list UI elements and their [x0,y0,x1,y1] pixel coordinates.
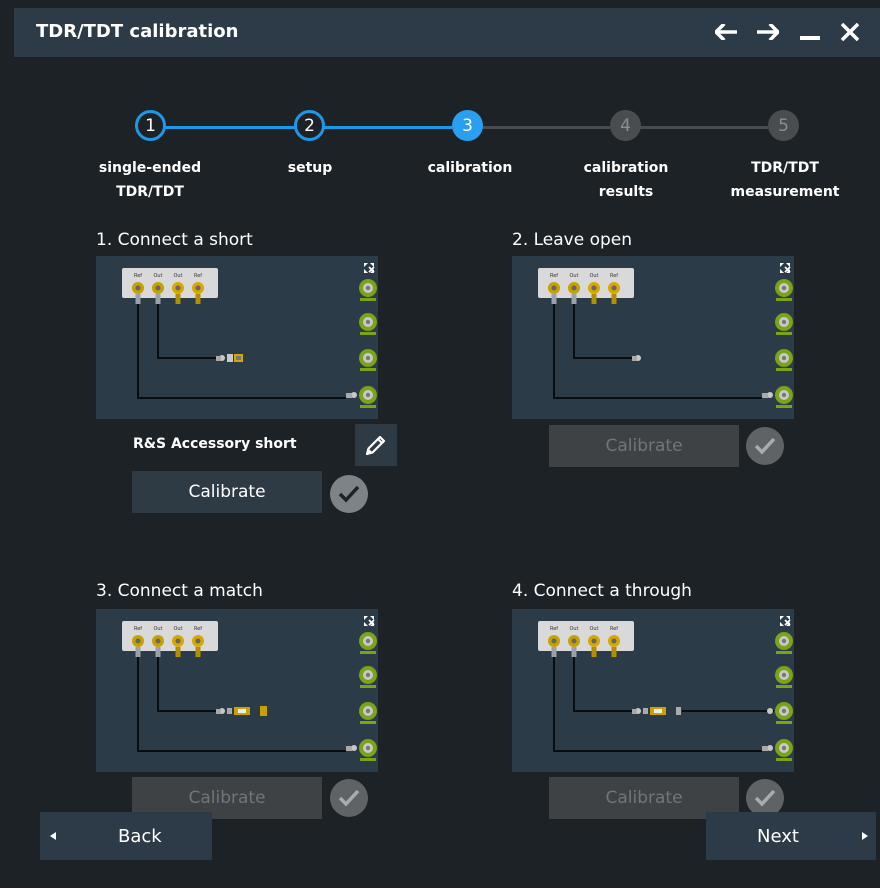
connection-diagram-svg: Ref Out Out Ref [122,263,377,408]
open-connection-diagram: Ref Out Out Ref [512,256,794,419]
svg-text:Out: Out [569,273,578,279]
svg-text:Out: Out [173,626,182,632]
section-2-title: 2. Leave open [512,230,633,250]
svg-text:Out: Out [589,626,598,632]
connection-diagram-svg: Ref Out Out Ref [538,616,793,761]
svg-text:Ref: Ref [610,273,618,279]
step-2-circle[interactable]: 2 [294,110,325,141]
triangle-left-icon [50,832,56,840]
svg-text:Out: Out [173,273,182,279]
step-4-circle: 4 [610,110,641,141]
section-4-title: 4. Connect a through [512,581,692,601]
next-button[interactable]: Next [706,812,876,860]
step-3-circle[interactable]: 3 [452,110,483,141]
back-button[interactable]: Back [40,812,212,860]
step-1-label[interactable]: single-ended TDR/TDT [80,156,220,204]
step-4-label: calibration results [583,160,669,200]
section-1-title: 1. Connect a short [96,230,253,250]
svg-text:Ref: Ref [194,273,202,279]
progress-line [324,126,452,129]
calibrate-short-button[interactable]: Calibrate [132,471,322,513]
triangle-right-icon [862,832,868,840]
progress-line [482,126,610,129]
checkmark-icon [746,427,784,465]
match-connection-diagram: Ref Out Out Ref [96,609,378,772]
short-connection-diagram: Ref Out Out Ref [96,256,378,419]
checkmark-icon [330,779,368,817]
connection-diagram-svg: Ref Out Out Ref [122,616,377,761]
back-arrow-icon[interactable] [710,16,742,48]
calibration-device-label: R&S Accessory short [133,436,297,452]
edit-device-button[interactable] [355,424,397,466]
section-3-title: 3. Connect a match [96,581,263,601]
window-title: TDR/TDT calibration [36,21,239,42]
svg-text:Ref: Ref [194,626,202,632]
svg-text:Ref: Ref [134,273,142,279]
step-1-circle[interactable]: 1 [135,110,166,141]
minimize-icon[interactable] [794,16,826,48]
step-5-circle: 5 [768,110,799,141]
svg-text:Ref: Ref [550,626,558,632]
title-bar: TDR/TDT calibration [14,8,880,57]
progress-line [164,126,296,129]
svg-text:Ref: Ref [550,273,558,279]
through-connection-diagram: Ref Out Out Ref [512,609,794,772]
step-2-label[interactable]: setup [250,156,370,180]
tdr-calibration-dialog: TDR/TDT calibration 1 2 3 4 5 single-end… [0,0,880,888]
svg-text:Out: Out [153,626,162,632]
svg-text:Out: Out [589,273,598,279]
progress-line [640,126,768,129]
back-button-label: Back [118,825,162,847]
next-button-label: Next [757,825,799,847]
svg-text:Out: Out [153,273,162,279]
close-icon[interactable] [834,16,866,48]
svg-text:Ref: Ref [610,626,618,632]
svg-text:Ref: Ref [134,626,142,632]
svg-text:Out: Out [569,626,578,632]
forward-arrow-icon[interactable] [752,16,784,48]
step-3-label[interactable]: calibration [400,156,540,180]
calibrate-open-button[interactable]: Calibrate [549,425,739,467]
checkmark-icon [330,475,368,513]
pencil-icon [365,435,386,456]
connection-diagram-svg: Ref Out Out Ref [538,263,793,408]
step-5-label: TDR/TDT measurement [730,160,840,200]
